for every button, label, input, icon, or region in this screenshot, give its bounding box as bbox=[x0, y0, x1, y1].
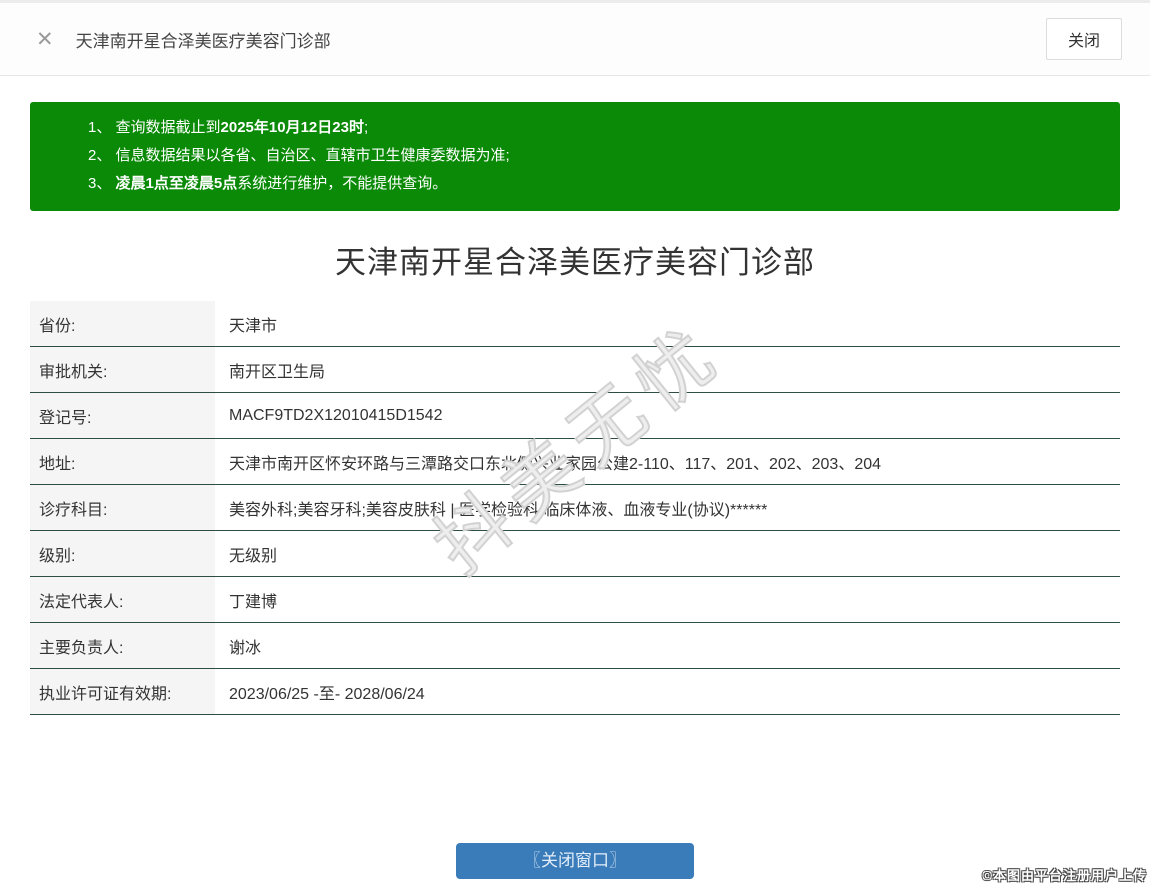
notice-line-3: 3、 凌晨1点至凌晨5点系统进行维护，不能提供查询。 bbox=[88, 170, 1100, 198]
table-row-registration-number: 登记号: MACF9TD2X12010415D1542 bbox=[30, 393, 1120, 439]
institution-title: 天津南开星合泽美医疗美容门诊部 bbox=[335, 245, 815, 280]
notice-line-3-bold: 凌晨1点至凌晨5点 bbox=[115, 175, 238, 192]
notice-banner: 1、 查询数据截止到2025年10月12日23时; 2、 信息数据结果以各省、自… bbox=[30, 102, 1120, 211]
table-row-approval-authority: 审批机关: 南开区卫生局 bbox=[30, 347, 1120, 393]
close-x-icon[interactable]: ✕ bbox=[36, 29, 54, 50]
row-label: 地址: bbox=[30, 439, 215, 484]
row-label: 诊疗科目: bbox=[30, 485, 215, 530]
table-row-province: 省份: 天津市 bbox=[30, 301, 1120, 347]
row-value: 美容外科;美容牙科;美容皮肤科 | 医学检验科;临床体液、血液专业(协议)***… bbox=[229, 501, 768, 519]
notice-line-1-bold: 2025年10月12日23时 bbox=[220, 119, 364, 136]
row-value: 谢冰 bbox=[229, 639, 262, 657]
window-title: 天津南开星合泽美医疗美容门诊部 bbox=[75, 31, 331, 51]
row-label: 主要负责人: bbox=[30, 623, 215, 668]
table-row-medical-subjects: 诊疗科目: 美容外科;美容牙科;美容皮肤科 | 医学检验科;临床体液、血液专业(… bbox=[30, 485, 1120, 531]
notice-line-2: 2、 信息数据结果以各省、自治区、直辖市卫生健康委数据为准; bbox=[88, 142, 1100, 170]
notice-line-2-text: 2、 信息数据结果以各省、自治区、直辖市卫生健康委数据为准; bbox=[88, 147, 510, 164]
row-label: 法定代表人: bbox=[30, 577, 215, 622]
notice-line-3-suffix: 系统进行维护，不能提供查询。 bbox=[237, 175, 448, 192]
table-row-person-in-charge: 主要负责人: 谢冰 bbox=[30, 623, 1120, 669]
notice-line-1-text: 1、 查询数据截止到 bbox=[88, 119, 221, 136]
row-value: 2023/06/25 -至- 2028/06/24 bbox=[229, 685, 425, 703]
row-label: 省份: bbox=[30, 301, 215, 346]
table-row-address: 地址: 天津市南开区怀安环路与三潭路交口东北侧兴业家园公建2-110、117、2… bbox=[30, 439, 1120, 485]
notice-line-3-text: 3、 bbox=[88, 175, 116, 192]
notice-line-1: 1、 查询数据截止到2025年10月12日23时; bbox=[88, 114, 1100, 142]
row-label: 级别: bbox=[30, 531, 215, 576]
row-value: 天津市南开区怀安环路与三潭路交口东北侧兴业家园公建2-110、117、201、2… bbox=[229, 455, 882, 473]
query-result-page: ✕ 天津南开星合泽美医疗美容门诊部 关闭 1、 查询数据截止到2025年10月1… bbox=[0, 0, 1150, 889]
close-button[interactable]: 关闭 bbox=[1045, 18, 1122, 60]
row-value: 丁建博 bbox=[229, 593, 278, 611]
footer-actions: 〖关闭窗口〗 bbox=[0, 843, 1150, 879]
close-window-button[interactable]: 〖关闭窗口〗 bbox=[456, 843, 694, 879]
row-label: 登记号: bbox=[30, 393, 215, 438]
detail-table: 省份: 天津市 审批机关: 南开区卫生局 登记号: MACF9TD2X12010… bbox=[30, 301, 1120, 715]
table-row-license-validity: 执业许可证有效期: 2023/06/25 -至- 2028/06/24 bbox=[30, 669, 1120, 715]
row-label: 执业许可证有效期: bbox=[30, 669, 215, 714]
notice-line-1-suffix: ; bbox=[363, 119, 369, 136]
row-value: MACF9TD2X12010415D1542 bbox=[229, 406, 443, 424]
row-value: 天津市 bbox=[229, 317, 278, 335]
window-header: ✕ 天津南开星合泽美医疗美容门诊部 关闭 bbox=[0, 3, 1150, 76]
table-row-legal-representative: 法定代表人: 丁建博 bbox=[30, 577, 1120, 623]
row-value: 无级别 bbox=[229, 547, 278, 565]
photo-credit-watermark: ©本图由平台注册用户上传 bbox=[982, 868, 1147, 883]
table-row-level: 级别: 无级别 bbox=[30, 531, 1120, 577]
row-value: 南开区卫生局 bbox=[229, 363, 326, 381]
row-label: 审批机关: bbox=[30, 347, 215, 392]
